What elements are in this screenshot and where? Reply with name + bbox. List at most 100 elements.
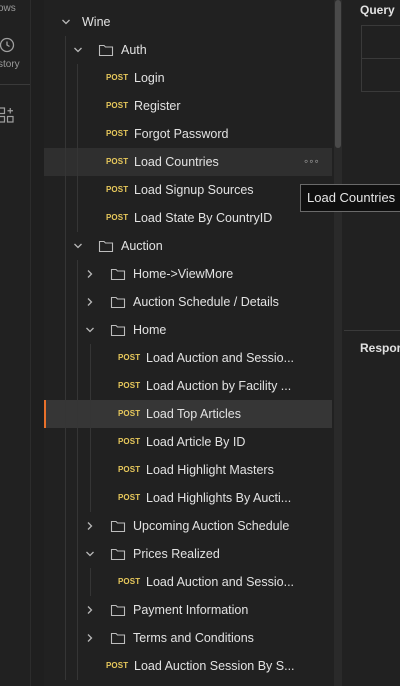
indent-guide bbox=[65, 624, 66, 652]
collection-item[interactable]: Wine bbox=[44, 8, 332, 36]
folder-item[interactable]: Auction bbox=[44, 232, 332, 260]
indent-guide bbox=[65, 596, 66, 624]
indent-guide bbox=[90, 428, 91, 456]
chevron-down-icon[interactable] bbox=[85, 325, 95, 335]
folder-item[interactable]: Upcoming Auction Schedule bbox=[44, 512, 332, 540]
method-badge: POST bbox=[118, 465, 141, 474]
method-badge: POST bbox=[118, 353, 141, 362]
indent-guide bbox=[65, 568, 66, 596]
request-item[interactable]: POST Register bbox=[44, 92, 332, 120]
indent-guide bbox=[65, 484, 66, 512]
method-badge: POST bbox=[118, 493, 141, 502]
request-item[interactable]: POST Load Auction by Facility ... bbox=[44, 372, 332, 400]
folder-icon bbox=[110, 268, 126, 281]
folder-name: Payment Information bbox=[133, 603, 249, 617]
request-name: Load Signup Sources bbox=[134, 183, 254, 197]
folder-name: Home->ViewMore bbox=[133, 267, 234, 281]
folder-name: Auth bbox=[121, 43, 147, 57]
method-badge: POST bbox=[106, 129, 129, 138]
chevron-down-icon[interactable] bbox=[61, 17, 71, 27]
request-item[interactable]: POST Login bbox=[44, 64, 332, 92]
indent-guide bbox=[65, 36, 66, 64]
panel-divider[interactable] bbox=[344, 330, 400, 331]
indent-guide bbox=[77, 176, 78, 204]
folder-item[interactable]: Auth bbox=[44, 36, 332, 64]
folder-name: Auction bbox=[121, 239, 163, 253]
indent-guide bbox=[65, 428, 66, 456]
request-item[interactable]: POST Load Highlights By Aucti... bbox=[44, 484, 332, 512]
indent-guide bbox=[90, 484, 91, 512]
chevron-down-icon[interactable] bbox=[85, 549, 95, 559]
history-icon[interactable] bbox=[0, 37, 15, 53]
indent-guide bbox=[65, 652, 66, 680]
indent-guide bbox=[77, 344, 78, 372]
chevron-right-icon[interactable] bbox=[85, 297, 95, 307]
folder-name: Auction Schedule / Details bbox=[133, 295, 279, 309]
folder-item[interactable]: Home bbox=[44, 316, 332, 344]
chevron-right-icon[interactable] bbox=[85, 521, 95, 531]
folder-icon bbox=[110, 548, 126, 561]
method-badge: POST bbox=[118, 437, 141, 446]
request-item[interactable]: POST Load Article By ID bbox=[44, 428, 332, 456]
indent-guide bbox=[65, 260, 66, 288]
chevron-down-icon[interactable] bbox=[73, 45, 83, 55]
request-name: Load Highlight Masters bbox=[146, 463, 274, 477]
request-item[interactable]: POST Load Signup Sources bbox=[44, 176, 332, 204]
method-badge: POST bbox=[106, 661, 129, 670]
indent-guide bbox=[77, 64, 78, 92]
indent-guide bbox=[65, 120, 66, 148]
chevron-down-icon[interactable] bbox=[73, 241, 83, 251]
folder-icon bbox=[110, 604, 126, 617]
folder-item[interactable]: Home->ViewMore bbox=[44, 260, 332, 288]
query-params-heading: Query bbox=[360, 3, 395, 17]
method-badge: POST bbox=[106, 213, 129, 222]
folder-name: Home bbox=[133, 323, 167, 337]
request-name: Load Auction by Facility ... bbox=[146, 379, 292, 393]
request-name: Load Highlights By Aucti... bbox=[146, 491, 292, 505]
request-name: Forgot Password bbox=[134, 127, 229, 141]
request-name: Load Countries bbox=[134, 155, 219, 169]
indent-guide bbox=[77, 512, 78, 540]
indent-guide bbox=[77, 92, 78, 120]
scrollbar-thumb[interactable] bbox=[335, 0, 341, 148]
tree-scrollbar[interactable] bbox=[334, 0, 342, 686]
new-workspace-icon[interactable] bbox=[0, 107, 14, 123]
history-label[interactable]: story bbox=[0, 59, 20, 70]
indent-guide bbox=[65, 92, 66, 120]
chevron-right-icon[interactable] bbox=[85, 605, 95, 615]
indent-guide bbox=[77, 456, 78, 484]
indent-guide bbox=[77, 484, 78, 512]
collection-name: Wine bbox=[82, 15, 111, 29]
flows-label[interactable]: ows bbox=[0, 3, 16, 14]
chevron-right-icon[interactable] bbox=[85, 269, 95, 279]
folder-item[interactable]: Prices Realized bbox=[44, 540, 332, 568]
indent-guide bbox=[90, 344, 91, 372]
request-item[interactable]: POST Load State By CountryID bbox=[44, 204, 332, 232]
request-item[interactable]: POST Load Auction and Sessio... bbox=[44, 568, 332, 596]
request-name: Load Auction and Sessio... bbox=[146, 575, 295, 589]
request-item[interactable]: POST Load Highlight Masters bbox=[44, 456, 332, 484]
chevron-right-icon[interactable] bbox=[85, 633, 95, 643]
indent-guide bbox=[77, 288, 78, 316]
folder-item[interactable]: Auction Schedule / Details bbox=[44, 288, 332, 316]
indent-guide bbox=[90, 372, 91, 400]
indent-guide bbox=[77, 428, 78, 456]
folder-icon bbox=[110, 520, 126, 533]
request-item[interactable]: POST Load Auction Session By S... bbox=[44, 652, 332, 680]
request-item[interactable]: POST Load Auction and Sessio... bbox=[44, 344, 332, 372]
method-badge: POST bbox=[106, 185, 129, 194]
indent-guide bbox=[77, 400, 78, 428]
indent-guide bbox=[90, 568, 91, 596]
folder-item[interactable]: Terms and Conditions bbox=[44, 624, 332, 652]
request-item[interactable]: POST Load Top Articles bbox=[44, 400, 332, 428]
folder-name: Upcoming Auction Schedule bbox=[133, 519, 290, 533]
query-params-table-row[interactable] bbox=[361, 58, 400, 92]
more-actions-icon[interactable]: ◦◦◦ bbox=[304, 154, 320, 168]
request-panel: Query Respor bbox=[344, 0, 400, 686]
request-name: Load Auction and Sessio... bbox=[146, 351, 295, 365]
folder-icon bbox=[98, 240, 114, 253]
request-item[interactable]: POST Forgot Password bbox=[44, 120, 332, 148]
indent-guide bbox=[65, 204, 66, 232]
request-item[interactable]: POST Load Countries ◦◦◦ bbox=[44, 148, 332, 176]
folder-item[interactable]: Payment Information bbox=[44, 596, 332, 624]
